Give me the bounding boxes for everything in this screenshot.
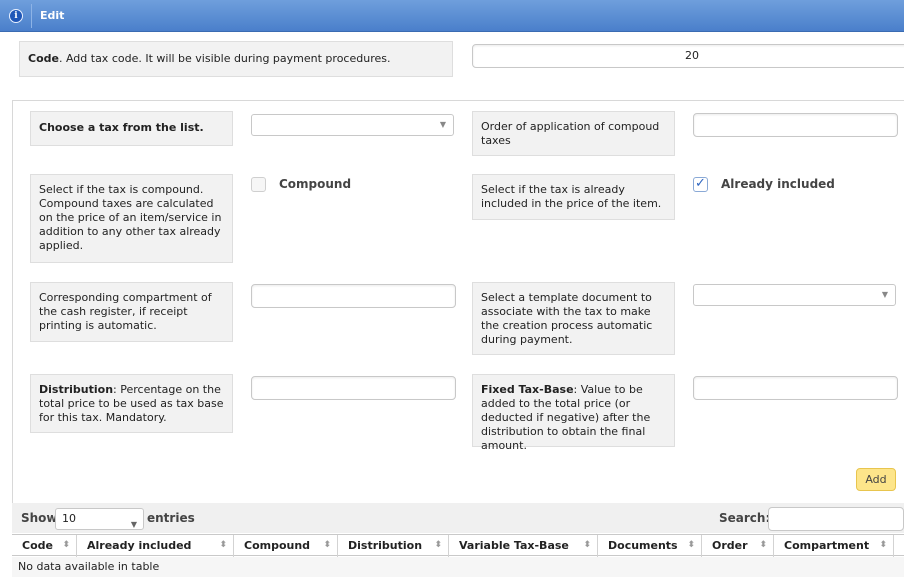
- column-header-label: Already included: [87, 539, 192, 552]
- column-header-distribution[interactable]: Distribution ⬍: [338, 535, 449, 557]
- column-header-label: Compartment: [784, 539, 870, 552]
- sort-icon: ⬍: [219, 540, 227, 550]
- table-empty-message: No data available in table: [12, 557, 904, 577]
- compound-description: Select if the tax is compound. Compound …: [30, 174, 233, 263]
- column-header-compartment[interactable]: Compartment ⬍: [774, 535, 894, 557]
- column-header-code[interactable]: Code ⬍: [12, 535, 77, 557]
- column-header-order[interactable]: Order ⬍: [702, 535, 774, 557]
- sort-icon: ⬍: [323, 540, 331, 550]
- sort-icon: ⬍: [583, 540, 591, 550]
- column-header-documents[interactable]: Documents ⬍: [598, 535, 702, 557]
- entries-label: entries: [147, 511, 195, 525]
- entries-length-select[interactable]: 10 ▼: [55, 508, 144, 530]
- column-header-label: Compound: [244, 539, 311, 552]
- order-input[interactable]: [693, 113, 898, 137]
- fixed-tax-base-label-bold: Fixed Tax-Base: [481, 383, 574, 396]
- column-header-variable-tax-base[interactable]: Variable Tax-Base ⬍: [449, 535, 598, 557]
- titlebar-divider: [31, 4, 32, 28]
- table-header: Code ⬍ Already included ⬍ Compound ⬍ Dis…: [12, 534, 904, 557]
- code-label-text: . Add tax code. It will be visible durin…: [58, 52, 391, 65]
- compartment-label: Corresponding compartment of the cash re…: [30, 282, 233, 342]
- add-button[interactable]: Add: [856, 468, 896, 491]
- sort-icon: ⬍: [879, 540, 887, 550]
- chevron-down-icon: ▼: [439, 120, 446, 129]
- column-header-label: Distribution: [348, 539, 423, 552]
- already-included-checkbox[interactable]: ✓: [693, 176, 708, 192]
- column-header-label: Documents: [608, 539, 678, 552]
- fixed-tax-base-input[interactable]: [693, 376, 898, 400]
- sort-icon: ⬍: [687, 540, 695, 550]
- template-label: Select a template document to associate …: [472, 282, 675, 355]
- show-label: Show: [21, 511, 58, 525]
- distribution-label-bold: Distribution: [39, 383, 114, 396]
- chevron-down-icon: ▼: [881, 290, 888, 299]
- compartment-input[interactable]: [251, 284, 456, 308]
- tax-choice-label: Choose a tax from the list.: [30, 111, 233, 146]
- window-title: Edit: [40, 9, 65, 22]
- column-header-compound[interactable]: Compound ⬍: [234, 535, 338, 557]
- column-header-label: Variable Tax-Base: [459, 539, 569, 552]
- code-input[interactable]: 20: [472, 44, 904, 68]
- entries-length-value: 10: [62, 512, 76, 525]
- code-label-bold: Code: [28, 52, 59, 65]
- window-titlebar: i Edit: [0, 0, 904, 32]
- template-select[interactable]: ▼: [693, 284, 896, 306]
- checkmark-icon: ✓: [695, 176, 706, 191]
- sort-icon: ⬍: [62, 540, 70, 550]
- code-label-box: Code. Add tax code. It will be visible d…: [19, 41, 453, 77]
- order-label: Order of application of compoud taxes: [472, 111, 675, 156]
- column-header-already-included[interactable]: Already included ⬍: [77, 535, 234, 557]
- info-icon[interactable]: i: [9, 9, 23, 23]
- column-header-label: Code: [22, 539, 53, 552]
- table-search-input[interactable]: [768, 507, 904, 531]
- column-header-label: Order: [712, 539, 748, 552]
- distribution-label: Distribution: Percentage on the total pr…: [30, 374, 233, 433]
- search-label: Search:: [719, 511, 771, 525]
- compound-checkbox-label[interactable]: Compound: [279, 177, 351, 191]
- fixed-tax-base-label: Fixed Tax-Base: Value to be added to the…: [472, 374, 675, 452]
- chevron-down-icon: ▼: [130, 520, 137, 529]
- distribution-input[interactable]: [251, 376, 456, 400]
- compound-checkbox[interactable]: [251, 177, 266, 192]
- sort-icon: ⬍: [434, 540, 442, 550]
- sort-icon: ⬍: [759, 540, 767, 550]
- included-description: Select if the tax is already included in…: [472, 174, 675, 220]
- already-included-label[interactable]: Already included: [721, 177, 835, 191]
- tax-choice-select[interactable]: ▼: [251, 114, 454, 136]
